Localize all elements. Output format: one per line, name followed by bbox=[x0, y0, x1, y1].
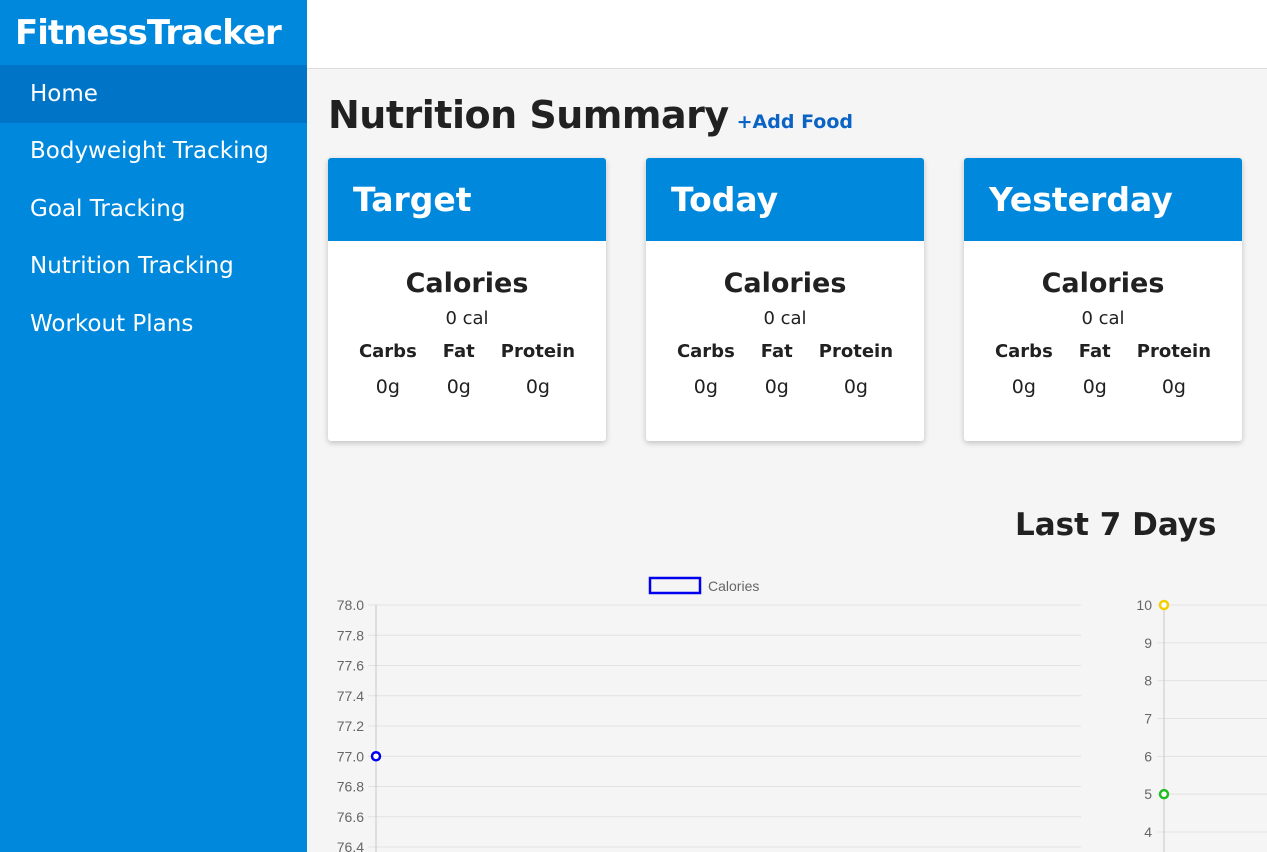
sidebar-nav: Home Bodyweight Tracking Goal Tracking N… bbox=[0, 65, 307, 353]
y-tick-label: 78.0 bbox=[337, 597, 364, 613]
y-tick-label: 8 bbox=[1144, 673, 1152, 689]
top-bar bbox=[307, 0, 1267, 69]
data-point bbox=[370, 751, 382, 762]
sidebar: FitnessTracker Home Bodyweight Tracking … bbox=[0, 0, 307, 852]
sidebar-item-goal-tracking[interactable]: Goal Tracking bbox=[0, 180, 307, 238]
data-point bbox=[1158, 599, 1170, 611]
y-tick-label: 10 bbox=[1136, 597, 1152, 613]
y-tick-label: 9 bbox=[1144, 635, 1152, 651]
y-tick-label: 7 bbox=[1144, 711, 1152, 727]
main-content: Nutrition Summary +Add Food Target Calor… bbox=[307, 69, 1267, 852]
y-tick-label: 77.8 bbox=[337, 627, 364, 643]
calories-chart: 78.0 77.8 77.6 77.4 77.2 77.0 76.8 76.6 76.4 Calo… bbox=[337, 576, 1081, 852]
sidebar-item-workout-plans[interactable]: Workout Plans bbox=[0, 295, 307, 353]
y-tick-label: 4 bbox=[1144, 824, 1152, 840]
app-logo[interactable]: FitnessTracker bbox=[0, 0, 307, 65]
y-tick-label: 76.4 bbox=[337, 839, 364, 852]
y-tick-label: 77.4 bbox=[337, 688, 364, 704]
legend-swatch bbox=[648, 576, 702, 595]
data-point bbox=[1158, 788, 1170, 800]
y-tick-label: 6 bbox=[1144, 748, 1152, 764]
y-tick-label: 77.6 bbox=[337, 658, 364, 674]
y-tick-label: 76.8 bbox=[337, 779, 364, 795]
y-tick-label: 77.2 bbox=[337, 718, 364, 734]
legend-label: Calories bbox=[708, 578, 759, 594]
sidebar-item-home[interactable]: Home bbox=[0, 65, 307, 123]
y-tick-label: 76.6 bbox=[337, 809, 364, 825]
macros-chart: 10 9 8 7 6 5 4 bbox=[1136, 597, 1267, 852]
charts-area: 78.0 77.8 77.6 77.4 77.2 77.0 76.8 76.6 76.4 Calo… bbox=[337, 576, 1267, 852]
sidebar-item-nutrition-tracking[interactable]: Nutrition Tracking bbox=[0, 238, 307, 296]
y-tick-label: 77.0 bbox=[337, 748, 364, 764]
y-tick-label: 5 bbox=[1144, 786, 1152, 802]
sidebar-item-bodyweight-tracking[interactable]: Bodyweight Tracking bbox=[0, 123, 307, 181]
